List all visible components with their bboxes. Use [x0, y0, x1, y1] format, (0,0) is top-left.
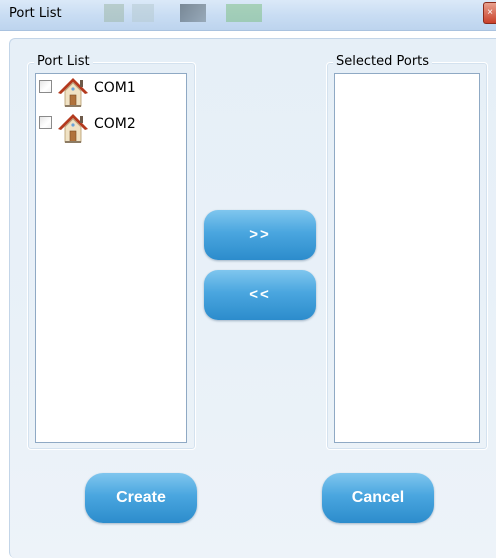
port-list-window: Port List × Port List COM1 COM2 Selected… — [0, 0, 496, 560]
list-item-com2[interactable]: COM2 — [38, 112, 184, 144]
port-list-legend: Port List — [34, 54, 93, 70]
remove-ports-button[interactable]: << — [204, 270, 316, 320]
titlebar-decoration — [180, 4, 206, 22]
titlebar-decoration — [226, 4, 262, 22]
house-icon — [56, 76, 90, 108]
house-icon — [56, 112, 90, 144]
port-listbox[interactable]: COM1 COM2 — [35, 73, 187, 443]
create-button[interactable]: Create — [85, 473, 197, 523]
com2-checkbox[interactable] — [39, 116, 52, 129]
selected-ports-listbox[interactable] — [334, 73, 480, 443]
close-button[interactable]: × — [483, 2, 496, 24]
com2-label: COM2 — [94, 116, 136, 132]
titlebar-decoration — [132, 4, 154, 22]
add-ports-button[interactable]: >> — [204, 210, 316, 260]
com1-label: COM1 — [94, 80, 136, 96]
com1-checkbox[interactable] — [39, 80, 52, 93]
title-bar[interactable]: Port List × — [0, 0, 496, 31]
selected-ports-legend: Selected Ports — [333, 54, 433, 70]
cancel-button[interactable]: Cancel — [322, 473, 434, 523]
titlebar-decoration — [104, 4, 124, 22]
window-title: Port List — [9, 6, 62, 21]
list-item-com1[interactable]: COM1 — [38, 76, 184, 108]
